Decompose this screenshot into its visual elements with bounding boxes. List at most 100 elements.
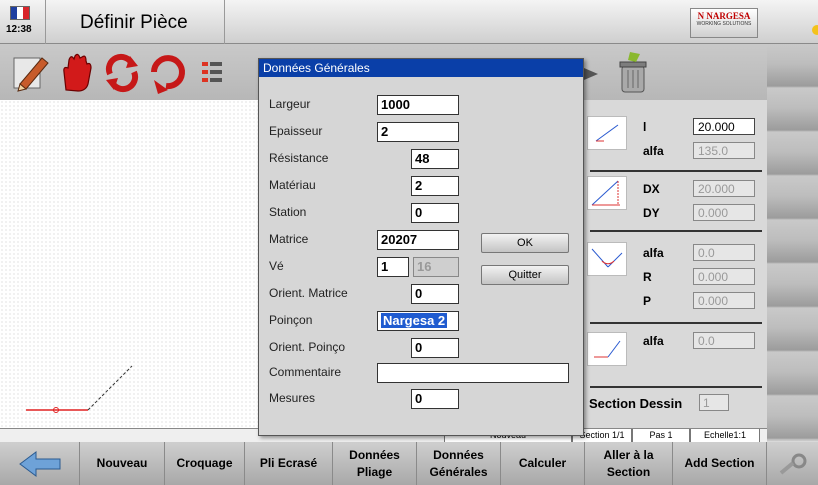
divider [590, 386, 762, 388]
station-label: Station [269, 205, 307, 219]
alfa-label: alfa [643, 246, 664, 260]
status-step: Pas 1 [632, 429, 690, 443]
ve-width-input: 16 [413, 257, 459, 277]
nargesa-logo: N NARGESA WORKING SOLUTIONS [690, 8, 758, 38]
dx-dy-thumbnail-icon[interactable] [587, 176, 627, 210]
alfa-input[interactable]: 0.0 [693, 244, 755, 261]
divider [45, 0, 46, 44]
p-input[interactable]: 0.000 [693, 292, 755, 309]
resistance-input[interactable]: 48 [411, 149, 459, 169]
list-icon[interactable] [192, 50, 222, 94]
mesures-label: Mesures [269, 391, 316, 405]
nouveau-button[interactable]: Nouveau [80, 442, 165, 485]
add-section-button[interactable]: Add Section [673, 442, 767, 485]
materiau-label: Matériau [269, 178, 316, 192]
donnees-pliage-button[interactable]: Données Pliage [333, 442, 417, 485]
quitter-button[interactable]: Quitter [481, 265, 569, 285]
bend-properties-panel: l 20.000 alfa 135.0 DX 20.000 DY 0.000 a… [585, 100, 767, 428]
station-input[interactable]: 0 [411, 203, 459, 223]
epaisseur-input[interactable]: 2 [377, 122, 459, 142]
pencil-edit-icon[interactable] [8, 50, 52, 94]
radius-input[interactable]: 0.000 [693, 268, 755, 285]
poincon-input[interactable]: Nargesa 2 [377, 311, 459, 331]
alfa-label: alfa [643, 334, 664, 348]
alfa-label: alfa [643, 144, 664, 158]
calculer-button[interactable]: Calculer [501, 442, 585, 485]
dy-label: DY [643, 206, 660, 220]
mesures-input[interactable]: 0 [411, 389, 459, 409]
orient-matrice-input[interactable]: 0 [411, 284, 459, 304]
resistance-label: Résistance [269, 151, 329, 165]
radius-thumbnail-icon[interactable] [587, 242, 627, 276]
section-dessin-label: Section Dessin [589, 396, 683, 411]
nouveau-label: Nouveau [96, 456, 148, 470]
dx-label: DX [643, 182, 660, 196]
dialog-title: Données Générales [259, 59, 583, 77]
largeur-input[interactable]: 1000 [377, 95, 459, 115]
ve-label: Vé [269, 259, 284, 273]
donnees-pliage-label-1: Données [349, 447, 400, 462]
donnees-generales-dialog: Données Générales Largeur 1000 Epaisseur… [258, 58, 584, 436]
p-label: P [643, 294, 652, 308]
back-button[interactable] [0, 442, 80, 485]
flat-bend-thumbnail-icon[interactable] [587, 332, 627, 366]
matrice-input[interactable]: 20207 [377, 230, 459, 250]
epaisseur-label: Epaisseur [269, 124, 323, 138]
largeur-label: Largeur [269, 97, 311, 111]
orient-poinco-label: Orient. Poinço [269, 340, 346, 354]
pli-ecrase-button[interactable]: Pli Ecrasé [245, 442, 333, 485]
croquage-label: Croquage [176, 456, 233, 470]
donnees-generales-button[interactable]: Données Générales [417, 442, 501, 485]
alfa-input[interactable]: 135.0 [693, 142, 755, 159]
orient-matrice-label: Orient. Matrice [269, 286, 348, 300]
pli-ecrase-label: Pli Ecrasé [259, 456, 318, 470]
part-sketch [26, 365, 133, 413]
dx-input[interactable]: 20.000 [693, 180, 755, 197]
clock-time: 12:38 [6, 24, 32, 35]
divider [590, 322, 762, 324]
logo-brand: N NARGESA [697, 11, 751, 21]
aller-section-label-2: Section [606, 464, 651, 479]
settings-button[interactable] [767, 442, 818, 485]
drawing-canvas[interactable] [0, 100, 258, 428]
refresh-icon[interactable] [146, 50, 190, 94]
materiau-input[interactable]: 2 [411, 176, 459, 196]
commentaire-input[interactable] [377, 363, 569, 383]
add-section-label: Add Section [684, 456, 755, 470]
wrench-gear-icon [779, 453, 806, 475]
poincon-label: Poinçon [269, 313, 313, 327]
donnees-pliage-label-2: Pliage [356, 464, 393, 479]
top-bar: 12:38 Définir Pièce N NARGESA WORKING SO… [0, 0, 818, 44]
radius-label: R [643, 270, 652, 284]
croquage-button[interactable]: Croquage [165, 442, 245, 485]
status-scale: Echelle1:1 [690, 429, 760, 443]
commentaire-label: Commentaire [269, 365, 342, 379]
french-flag-icon[interactable] [10, 6, 30, 20]
poincon-value: Nargesa 2 [381, 313, 448, 328]
alfa-input[interactable]: 0.0 [693, 332, 755, 349]
divider [590, 170, 762, 172]
status-dot-icon [812, 25, 818, 35]
ve-input[interactable]: 1 [377, 257, 409, 277]
trash-bin-icon[interactable] [610, 50, 654, 94]
length-input[interactable]: 20.000 [693, 118, 755, 135]
side-scrollbar[interactable] [767, 44, 818, 441]
matrice-label: Matrice [269, 232, 309, 246]
orient-poinco-input[interactable]: 0 [411, 338, 459, 358]
calculer-label: Calculer [518, 456, 567, 470]
clock: 12:38 [6, 6, 32, 40]
bottom-action-bar: Nouveau Croquage Pli Ecrasé Données Plia… [0, 442, 818, 485]
logo-subtitle: WORKING SOLUTIONS [696, 21, 752, 27]
angle-length-thumbnail-icon[interactable] [587, 116, 627, 150]
aller-section-button[interactable]: Aller à la Section [585, 442, 673, 485]
page-title: Définir Pièce [80, 12, 188, 33]
dy-input[interactable]: 0.000 [693, 204, 755, 221]
rotate-icon[interactable] [100, 50, 144, 94]
donnees-generales-label-2: Générales [429, 464, 488, 479]
length-label: l [643, 120, 647, 134]
section-dessin-input[interactable]: 1 [699, 394, 729, 411]
ok-button[interactable]: OK [481, 233, 569, 253]
aller-section-label-1: Aller à la [603, 447, 654, 462]
hand-icon[interactable] [54, 50, 98, 94]
divider [224, 0, 225, 44]
